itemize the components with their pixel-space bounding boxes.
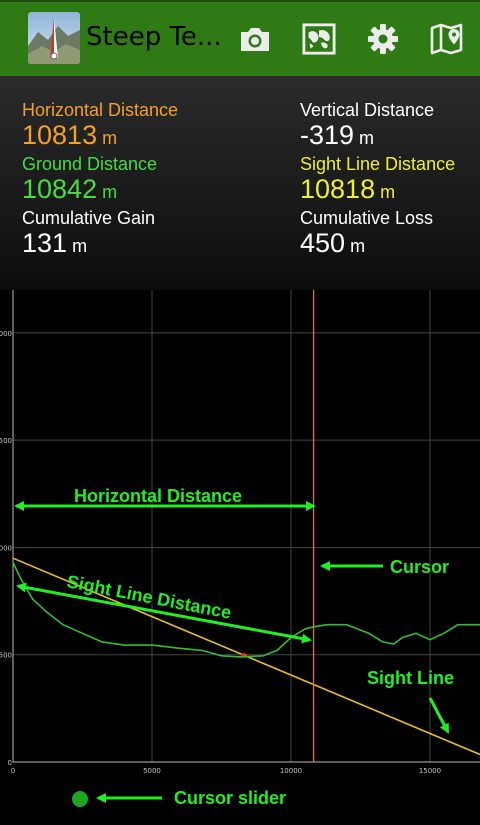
elevation-profile-chart[interactable]: 0 5000 10000 15000 0 500 1000 1500 2000 Horizont… xyxy=(0,290,480,820)
vertical-distance-value: -319 xyxy=(300,120,355,150)
vertical-distance-label: Vertical Distance xyxy=(300,100,435,120)
x-tick-label: 10000 xyxy=(280,767,302,775)
vertical-distance-stat: Vertical Distance -319 m xyxy=(300,100,434,153)
camera-icon[interactable] xyxy=(238,22,272,56)
chart-axes: 0 5000 10000 15000 0 500 1000 1500 2000 xyxy=(0,290,480,775)
terrain-point xyxy=(31,598,34,600)
cumulative-gain-unit: m xyxy=(72,236,88,256)
horizontal-distance-stat: Horizontal Distance 10813 m xyxy=(22,100,178,153)
cursor-annotation: Cursor xyxy=(390,557,449,577)
ground-distance-label: Ground Distance xyxy=(22,154,158,174)
cursor-slider[interactable] xyxy=(72,791,88,807)
terrain-point xyxy=(220,655,223,657)
y-tick-label: 1000 xyxy=(0,544,12,552)
y-tick-label: 500 xyxy=(0,652,12,660)
terrain-point xyxy=(101,641,103,643)
map-image-icon[interactable] xyxy=(302,22,336,56)
terrain-point xyxy=(401,636,403,639)
chart-canvas[interactable]: 0 5000 10000 15000 0 500 1000 1500 2000 Horizont… xyxy=(0,290,480,820)
horizontal-distance-label: Horizontal Distance xyxy=(22,100,179,120)
horizontal-distance-annotation: Horizontal Distance xyxy=(74,486,242,506)
terrain-point xyxy=(456,623,459,626)
cumulative-loss-unit: m xyxy=(350,236,366,256)
ground-distance-stat: Ground Distance 10842 m xyxy=(22,154,157,207)
chart-grid xyxy=(12,290,480,763)
ground-distance-value: 10842 xyxy=(22,174,98,204)
terrain-point xyxy=(262,655,264,657)
cumulative-loss-label: Cumulative Loss xyxy=(300,208,434,228)
terrain-point xyxy=(12,561,14,564)
terrain-point xyxy=(201,649,203,652)
app-logo xyxy=(28,12,80,64)
terrain-point xyxy=(381,641,384,643)
annotations-layer: Horizontal Distance Cursor Sight Line Di… xyxy=(14,486,454,808)
terrain-point xyxy=(368,632,370,635)
terrain-point xyxy=(304,628,306,630)
terrain-point xyxy=(151,644,153,646)
sight-line-distance-value: 10818 xyxy=(300,174,376,204)
terrain-point xyxy=(178,647,181,650)
y-tick-label: 1500 xyxy=(0,437,12,445)
sight-line-distance-unit: m xyxy=(380,182,396,202)
cumulative-loss-value: 450 xyxy=(300,228,346,258)
terrain-point xyxy=(415,632,417,635)
x-tick-label: 0 xyxy=(11,767,15,775)
terrain-point xyxy=(276,649,278,652)
stats-panel: Horizontal Distance 10813 m Vertical Dist… xyxy=(0,76,480,290)
sight-line-annotation: Sight Line xyxy=(367,668,454,688)
y-tick-label: 2000 xyxy=(0,330,12,338)
terrain-point xyxy=(123,644,125,646)
terrain-point xyxy=(326,623,328,626)
cumulative-loss-stat: Cumulative Loss 450 m xyxy=(300,208,433,261)
sight-line-arrow xyxy=(428,697,450,734)
terrain-point xyxy=(345,623,348,626)
terrain-point xyxy=(81,632,84,635)
horizontal-distance-value: 10813 xyxy=(22,120,98,150)
terrain-point xyxy=(62,623,64,626)
x-tick-label: 5000 xyxy=(143,767,161,775)
cumulative-gain-value: 131 xyxy=(22,228,68,258)
app-title: Steep Te... xyxy=(86,22,222,52)
terrain-point xyxy=(393,643,395,645)
terrain-point xyxy=(45,611,48,613)
cumulative-gain-label: Cumulative Gain xyxy=(22,208,156,228)
sight-line-distance-stat: Sight Line Distance 10818 m xyxy=(300,154,455,207)
ground-distance-unit: m xyxy=(102,182,118,202)
y-tick-label: 0 xyxy=(8,759,12,767)
terrain-point xyxy=(240,656,242,658)
x-tick-label: 15000 xyxy=(419,767,441,775)
cursor-slider-annotation: Cursor slider xyxy=(174,788,286,808)
cumulative-gain-stat: Cumulative Gain 131 m xyxy=(22,208,155,261)
toolbar: Steep Te... xyxy=(0,2,480,76)
sight-line-distance-label: Sight Line Distance xyxy=(300,154,456,174)
map-pin-icon[interactable] xyxy=(430,22,464,56)
gear-icon[interactable] xyxy=(366,22,400,56)
terrain-point xyxy=(20,578,23,581)
vertical-distance-unit: m xyxy=(359,128,375,148)
terrain-point xyxy=(429,638,431,641)
horizontal-distance-unit: m xyxy=(102,128,118,148)
terrain-point xyxy=(443,632,445,635)
